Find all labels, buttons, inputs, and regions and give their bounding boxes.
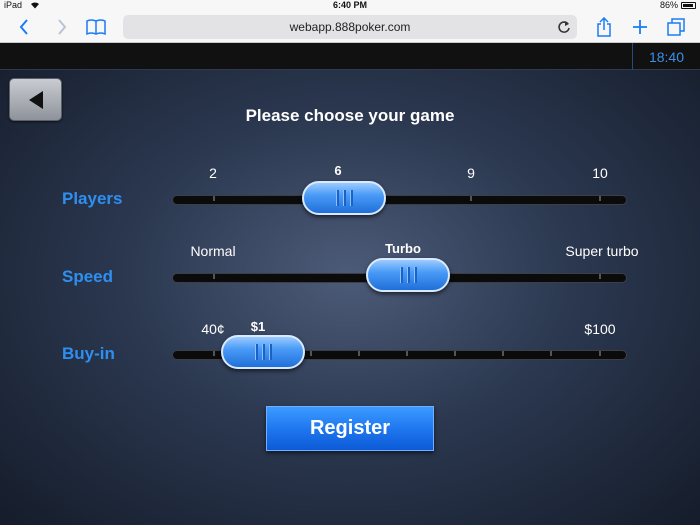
chevron-right-icon bbox=[58, 19, 67, 35]
address-bar[interactable]: webapp.888poker.com bbox=[123, 15, 577, 39]
tabs-icon bbox=[667, 18, 685, 36]
buyin-min-label[interactable]: 40¢ bbox=[201, 321, 224, 337]
game-clock: 18:40 bbox=[632, 43, 700, 70]
grip-line bbox=[261, 344, 265, 360]
speed-tick bbox=[599, 274, 601, 279]
buyin-tick bbox=[550, 351, 552, 356]
players-option-9[interactable]: 9 bbox=[467, 165, 475, 181]
grip-line bbox=[335, 190, 339, 206]
grip-line bbox=[268, 344, 272, 360]
buyin-tick bbox=[454, 351, 456, 356]
speed-option-turbo[interactable]: Turbo bbox=[385, 241, 421, 256]
game-selector: Please choose your game Players 2 6 9 10… bbox=[0, 70, 700, 525]
forward-nav-button[interactable] bbox=[52, 15, 72, 39]
url-text: webapp.888poker.com bbox=[289, 20, 411, 34]
status-time: 6:40 PM bbox=[332, 0, 367, 10]
speed-option-normal[interactable]: Normal bbox=[190, 243, 235, 259]
buyin-selected-value: $1 bbox=[250, 319, 266, 334]
page-title: Please choose your game bbox=[245, 106, 455, 125]
grip-line bbox=[406, 267, 410, 283]
grip-line bbox=[254, 344, 258, 360]
battery-icon bbox=[681, 2, 696, 9]
share-button[interactable] bbox=[592, 15, 616, 39]
grip-line bbox=[349, 190, 353, 206]
players-slider-handle[interactable] bbox=[302, 181, 386, 215]
buyin-max-label[interactable]: $100 bbox=[584, 321, 615, 337]
buyin-tick bbox=[406, 351, 408, 356]
browser-toolbar: webapp.888poker.com bbox=[0, 11, 700, 43]
buyin-label: Buy-in bbox=[62, 344, 115, 363]
register-button[interactable]: Register bbox=[266, 406, 434, 451]
bookmarks-icon bbox=[86, 19, 106, 35]
speed-label: Speed bbox=[62, 267, 114, 286]
buyin-tick bbox=[213, 351, 215, 356]
plus-icon bbox=[633, 20, 647, 34]
status-bar: iPad 6:40 PM 86% bbox=[0, 0, 700, 11]
grip-line bbox=[413, 267, 417, 283]
reload-icon[interactable] bbox=[557, 19, 571, 35]
speed-option-super-turbo[interactable]: Super turbo bbox=[565, 243, 638, 259]
grip-line bbox=[399, 267, 403, 283]
chevron-left-icon bbox=[19, 19, 28, 35]
buyin-tick bbox=[358, 351, 360, 356]
back-nav-button[interactable] bbox=[14, 15, 34, 39]
tabs-button[interactable] bbox=[664, 15, 688, 39]
speed-tick bbox=[213, 274, 215, 279]
grip-line bbox=[342, 190, 346, 206]
players-option-10[interactable]: 10 bbox=[592, 165, 608, 181]
players-option-2[interactable]: 2 bbox=[209, 165, 217, 181]
players-tick bbox=[470, 196, 472, 201]
speed-slider-handle[interactable] bbox=[366, 258, 450, 292]
buyin-tick bbox=[502, 351, 504, 356]
buyin-tick bbox=[599, 351, 601, 356]
buyin-slider-handle[interactable] bbox=[221, 335, 305, 369]
players-slider-track[interactable] bbox=[172, 195, 627, 205]
players-label: Players bbox=[62, 189, 123, 208]
battery-percent: 86% bbox=[659, 0, 678, 10]
game-header: 18:40 bbox=[0, 43, 700, 70]
bookmarks-button[interactable] bbox=[84, 15, 108, 39]
new-tab-button[interactable] bbox=[628, 15, 652, 39]
share-icon bbox=[597, 17, 611, 37]
players-tick bbox=[213, 196, 215, 201]
players-option-6[interactable]: 6 bbox=[334, 163, 341, 178]
players-tick bbox=[599, 196, 601, 201]
buyin-tick bbox=[310, 351, 312, 356]
